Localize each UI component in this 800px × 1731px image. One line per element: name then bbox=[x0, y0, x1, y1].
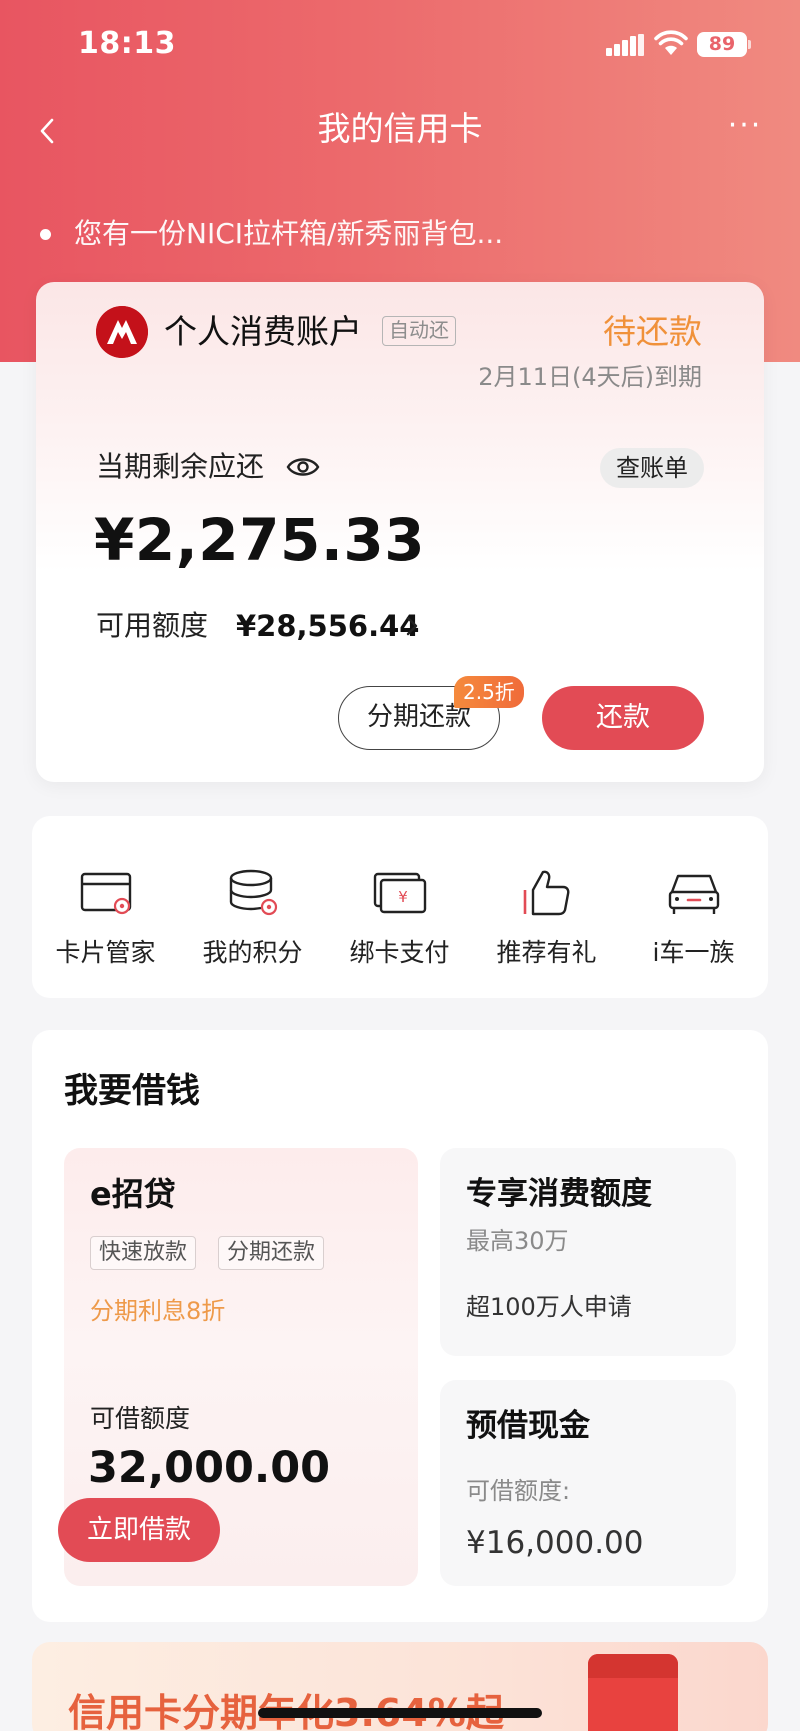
quick-actions: 卡片管家 我的积分 ¥ 绑卡支付 推荐有礼 i车一族 bbox=[32, 816, 768, 998]
eloan-tag: 快速放款 bbox=[90, 1236, 197, 1270]
credit-amount[interactable]: ¥28,556.44 bbox=[236, 606, 419, 646]
notice-dot-icon bbox=[40, 229, 51, 240]
quick-action-bind-card[interactable]: ¥ 绑卡支付 bbox=[326, 816, 473, 998]
account-name: 个人消费账户 bbox=[164, 312, 362, 351]
signal-icon bbox=[606, 34, 644, 56]
quick-action-car[interactable]: i车一族 bbox=[620, 816, 767, 998]
cash-advance-label: 可借额度: bbox=[466, 1477, 571, 1505]
notice-bar[interactable]: 您有一份NICI拉杆箱/新秀丽背包... bbox=[40, 214, 740, 254]
consumer-credit-title: 专享消费额度 bbox=[466, 1176, 652, 1212]
consumer-credit-note: 超100万人申请 bbox=[466, 1293, 632, 1321]
more-icon[interactable]: ··· bbox=[720, 106, 770, 152]
discount-badge: 2.5折 bbox=[454, 676, 524, 708]
cash-advance-amount: ¥16,000.00 bbox=[466, 1525, 644, 1561]
balance-label: 当期剩余应还 bbox=[96, 450, 265, 483]
eloan-tag: 分期还款 bbox=[218, 1236, 325, 1270]
quick-action-referral[interactable]: 推荐有礼 bbox=[473, 816, 620, 998]
thumbs-up-icon bbox=[523, 870, 570, 916]
quick-action-points[interactable]: 我的积分 bbox=[179, 816, 326, 998]
battery-tip bbox=[748, 40, 751, 49]
view-bill-button[interactable]: 查账单 bbox=[600, 448, 704, 488]
chevron-right-icon[interactable] bbox=[402, 612, 422, 640]
status-bar: 18:13 89 bbox=[0, 0, 800, 90]
account-card: 个人消费账户 自动还 待还款 2月11日(4天后)到期 当期剩余应还 查账单 ¥… bbox=[36, 282, 764, 782]
consumer-credit-max: 最高30万 bbox=[466, 1227, 569, 1255]
notice-text: 您有一份NICI拉杆箱/新秀丽背包... bbox=[74, 217, 504, 250]
page-title: 我的信用卡 bbox=[317, 109, 483, 148]
eloan-promo: 分期利息8折 bbox=[90, 1297, 226, 1325]
quick-action-label: 推荐有礼 bbox=[496, 938, 597, 967]
red-envelope-flap bbox=[588, 1654, 678, 1678]
consumer-credit-card[interactable]: 专享消费额度 最高30万 超100万人申请 bbox=[440, 1148, 736, 1356]
repay-button[interactable]: 还款 bbox=[542, 686, 704, 750]
loan-section-title: 我要借钱 bbox=[64, 1071, 200, 1111]
quick-action-label: 卡片管家 bbox=[55, 938, 156, 967]
due-date: 2月11日(4天后)到期 bbox=[478, 363, 702, 391]
cash-advance-card[interactable]: 预借现金 可借额度: ¥16,000.00 bbox=[440, 1380, 736, 1586]
loan-section: 我要借钱 e招贷 快速放款 分期还款 分期利息8折 可借额度 32,000.00… bbox=[32, 1030, 768, 1622]
eloan-limit-label: 可借额度 bbox=[90, 1404, 191, 1433]
eloan-name: e招贷 bbox=[90, 1175, 176, 1213]
balance-amount: ¥2,275.33 bbox=[94, 506, 426, 574]
quick-action-card-manage[interactable]: 卡片管家 bbox=[32, 816, 179, 998]
quick-action-label: 绑卡支付 bbox=[349, 938, 450, 967]
eye-icon[interactable] bbox=[286, 454, 320, 480]
bind-card-pay-icon: ¥ bbox=[373, 872, 427, 914]
quick-action-label: 我的积分 bbox=[202, 938, 303, 967]
eloan-limit: 32,000.00 bbox=[88, 1443, 331, 1493]
points-icon bbox=[229, 869, 278, 916]
car-icon bbox=[668, 874, 720, 914]
quick-action-label: i车一族 bbox=[652, 938, 735, 967]
due-status: 待还款 bbox=[603, 312, 702, 351]
credit-label: 可用额度 bbox=[96, 609, 209, 642]
status-time: 18:13 bbox=[78, 26, 176, 61]
battery-icon: 89 bbox=[697, 32, 747, 57]
card-manage-icon bbox=[80, 872, 132, 915]
auto-repay-tag: 自动还 bbox=[382, 316, 456, 346]
home-indicator[interactable] bbox=[258, 1708, 542, 1718]
borrow-now-button[interactable]: 立即借款 bbox=[58, 1498, 220, 1562]
wifi-icon bbox=[654, 30, 688, 55]
bank-logo-icon bbox=[96, 306, 148, 358]
svg-text:¥: ¥ bbox=[398, 888, 408, 906]
cash-advance-title: 预借现金 bbox=[466, 1408, 590, 1444]
